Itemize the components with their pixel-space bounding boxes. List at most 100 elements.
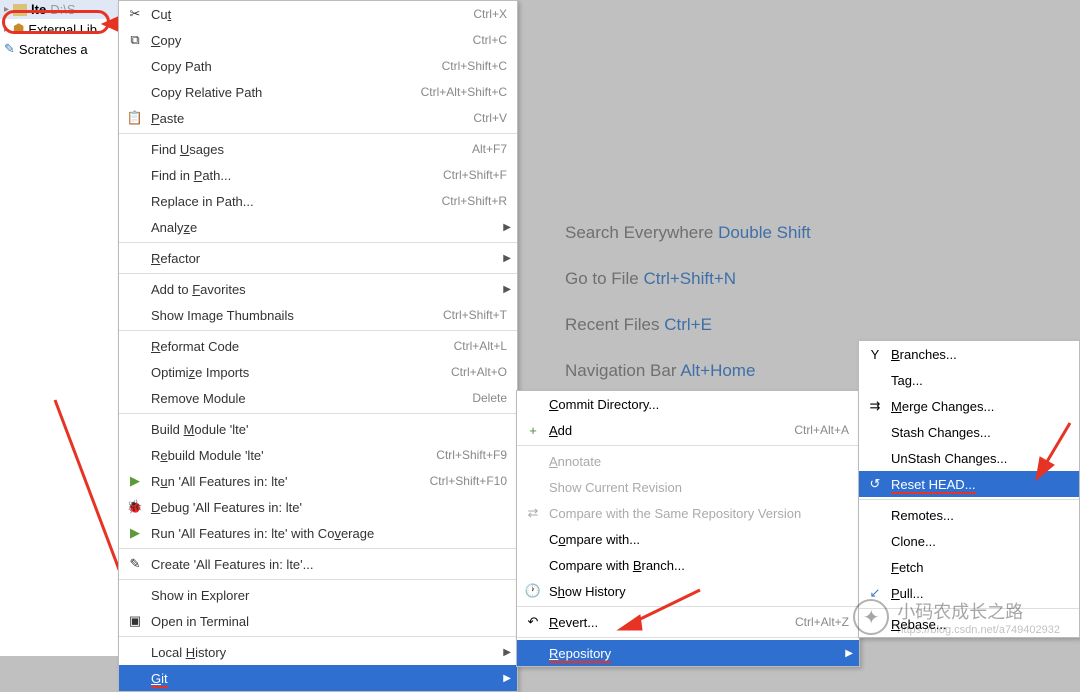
menu-item[interactable]: ✂ CutCtrl+X — [119, 1, 517, 27]
menu-item[interactable]: Remove ModuleDelete — [119, 385, 517, 411]
menu-label: Add to Favorites — [151, 282, 507, 297]
run-icon: ▶ — [127, 473, 143, 489]
menu-item[interactable]: Repository▶ — [517, 640, 859, 666]
shortcut: Ctrl+C — [473, 33, 507, 47]
menu-label: Compare with the Same Repository Version — [549, 506, 849, 521]
menu-item[interactable]: Commit Directory... — [517, 391, 859, 417]
paste-icon: 📋 — [127, 110, 143, 126]
menu-item[interactable]: ✎Create 'All Features in: lte'... — [119, 551, 517, 577]
debug-icon: 🐞 — [127, 499, 143, 515]
submenu-arrow-icon: ▶ — [503, 284, 511, 295]
menu-label: Optimize Imports — [151, 365, 451, 380]
menu-item[interactable]: Copy Relative PathCtrl+Alt+Shift+C — [119, 79, 517, 105]
shortcut: Ctrl+Alt+Shift+C — [421, 85, 507, 99]
menu-label: Create 'All Features in: lte'... — [151, 557, 507, 572]
menu-label: Commit Directory... — [549, 397, 849, 412]
cut-icon: ✂ — [127, 6, 143, 22]
hint-search: Search Everywhere Double Shift — [565, 210, 811, 256]
menu-item[interactable]: Fetch — [859, 554, 1079, 580]
menu-item[interactable]: Optimize ImportsCtrl+Alt+O — [119, 359, 517, 385]
menu-item[interactable]: Find in Path...Ctrl+Shift+F — [119, 162, 517, 188]
menu-item[interactable]: Replace in Path...Ctrl+Shift+R — [119, 188, 517, 214]
hint-nav: Navigation Bar Alt+Home — [565, 348, 811, 394]
menu-label: Show Image Thumbnails — [151, 308, 443, 323]
menu-item[interactable]: Compare with... — [517, 526, 859, 552]
menu-label: Analyze — [151, 220, 507, 235]
menu-label: Local History — [151, 645, 507, 660]
shortcut: Ctrl+Alt+L — [454, 339, 507, 353]
shortcut: Ctrl+Alt+Z — [795, 615, 849, 629]
menu-item[interactable]: ⧉ CopyCtrl+C — [119, 27, 517, 53]
menu-label: Refactor — [151, 251, 507, 266]
menu-label: Remove Module — [151, 391, 472, 406]
menu-label: Cut — [151, 7, 473, 22]
shortcut: Alt+F7 — [472, 142, 507, 156]
menu-item[interactable]: ▶Run 'All Features in: lte' with Coverag… — [119, 520, 517, 546]
menu-item[interactable]: Show Image ThumbnailsCtrl+Shift+T — [119, 302, 517, 328]
repository-submenu: YBranches...Tag...⇉Merge Changes...Stash… — [858, 340, 1080, 638]
wechat-icon: ✦ — [853, 599, 889, 635]
hint-goto: Go to File Ctrl+Shift+N — [565, 256, 811, 302]
menu-label: Add — [549, 423, 794, 438]
revert...-icon: ↶ — [525, 614, 541, 630]
menu-item[interactable]: +AddCtrl+Alt+A — [517, 417, 859, 443]
menu-label: Clone... — [891, 534, 1069, 549]
menu-label: Git — [151, 671, 507, 686]
welcome-hints: Search Everywhere Double Shift Go to Fil… — [565, 210, 811, 394]
menu-item[interactable]: ▣Open in Terminal — [119, 608, 517, 634]
menu-item[interactable]: Find UsagesAlt+F7 — [119, 136, 517, 162]
menu-item[interactable]: Show in Explorer — [119, 582, 517, 608]
shortcut: Delete — [472, 391, 507, 405]
menu-label: Branches... — [891, 347, 1069, 362]
annotation-arrow-icon — [610, 580, 710, 640]
menu-label: Show in Explorer — [151, 588, 507, 603]
menu-item[interactable]: Analyze▶ — [119, 214, 517, 240]
shortcut: Ctrl+Shift+F10 — [430, 474, 507, 488]
menu-item[interactable]: ▶Run 'All Features in: lte'Ctrl+Shift+F1… — [119, 468, 517, 494]
menu-item[interactable]: Refactor▶ — [119, 245, 517, 271]
menu-label: Compare with... — [549, 532, 849, 547]
menu-item: Show Current Revision — [517, 474, 859, 500]
menu-item[interactable]: Copy PathCtrl+Shift+C — [119, 53, 517, 79]
annotation-oval — [2, 10, 110, 34]
menu-label: Copy Relative Path — [151, 85, 421, 100]
menu-item[interactable]: Clone... — [859, 528, 1079, 554]
menu-item[interactable]: Add to Favorites▶ — [119, 276, 517, 302]
menu-item[interactable]: Build Module 'lte' — [119, 416, 517, 442]
scratches[interactable]: ✎ Scratches a — [0, 39, 118, 59]
menu-item[interactable]: Git▶ — [119, 665, 517, 691]
menu-label: Fetch — [891, 560, 1069, 575]
reset-icon: ↺ — [867, 476, 883, 492]
menu-item[interactable]: Remotes... — [859, 502, 1079, 528]
menu-item[interactable]: Compare with Branch... — [517, 552, 859, 578]
menu-item[interactable]: Rebuild Module 'lte'Ctrl+Shift+F9 — [119, 442, 517, 468]
shortcut: Ctrl+X — [473, 7, 507, 21]
shortcut: Ctrl+Shift+F — [443, 168, 507, 182]
menu-label: Rebuild Module 'lte' — [151, 448, 436, 463]
shortcut: Ctrl+V — [473, 111, 507, 125]
menu-item: ⇄Compare with the Same Repository Versio… — [517, 500, 859, 526]
context-menu: ✂ CutCtrl+X ⧉ CopyCtrl+C Copy PathCtrl+Shift… — [118, 0, 518, 692]
menu-label: Merge Changes... — [891, 399, 1069, 414]
menu-item[interactable]: 🐞Debug 'All Features in: lte' — [119, 494, 517, 520]
submenu-arrow-icon: ▶ — [503, 253, 511, 264]
shortcut: Ctrl+Shift+C — [442, 59, 507, 73]
menu-label: Paste — [151, 111, 473, 126]
menu-item[interactable]: Reformat CodeCtrl+Alt+L — [119, 333, 517, 359]
menu-label: Find in Path... — [151, 168, 443, 183]
copy-icon: ⧉ — [127, 32, 143, 48]
menu-item[interactable]: Tag... — [859, 367, 1079, 393]
submenu-arrow-icon: ▶ — [503, 673, 511, 684]
menu-label: Annotate — [549, 454, 849, 469]
shortcut: Ctrl+Alt+A — [794, 423, 849, 437]
menu-item[interactable]: Local History▶ — [119, 639, 517, 665]
annotation-arrow-icon — [1030, 415, 1080, 485]
submenu-arrow-icon: ▶ — [845, 648, 853, 659]
menu-item[interactable]: YBranches... — [859, 341, 1079, 367]
menu-label: Copy — [151, 33, 473, 48]
menu-label: Show Current Revision — [549, 480, 849, 495]
menu-label: Tag... — [891, 373, 1069, 388]
shortcut: Ctrl+Shift+T — [443, 308, 507, 322]
menu-item[interactable]: 📋 PasteCtrl+V — [119, 105, 517, 131]
menu-label: Find Usages — [151, 142, 472, 157]
